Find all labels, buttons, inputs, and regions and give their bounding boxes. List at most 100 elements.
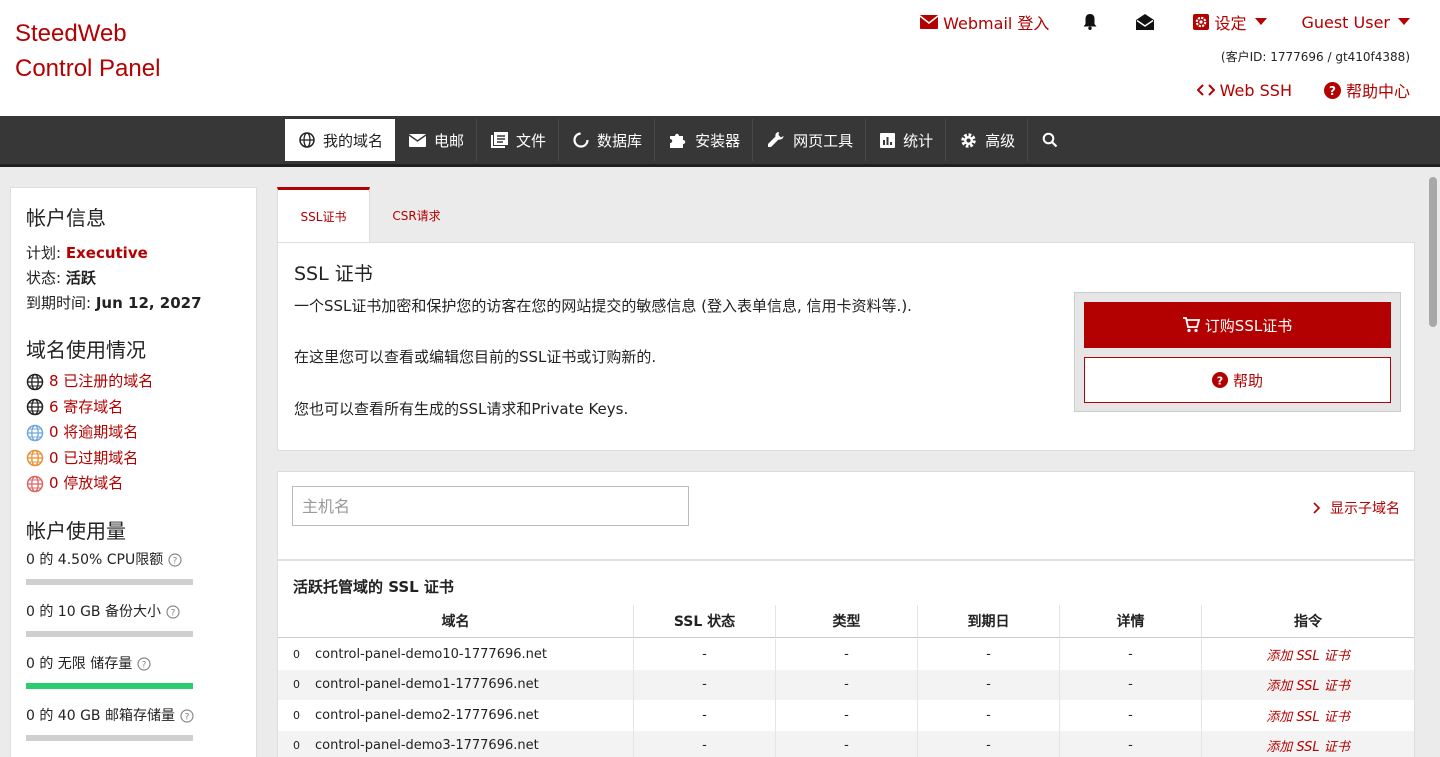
nav-label: 网页工具 <box>793 131 854 150</box>
ssl-domains-panel: 显示子域名 活跃托管域的 SSL 证书 域名 SSL 状态 类型 到期日 详情 … <box>277 471 1415 757</box>
domain-name: control-panel-demo1-1777696.net <box>315 677 539 693</box>
table-body: 0 control-panel-demo10-1777696.net - - - - 添加 … <box>278 639 1414 757</box>
main-nav: 我的域名 电邮 文件 数据库 安装器 网页工具 统计 高级 <box>0 116 1440 167</box>
expiry-label: 到期时间: <box>26 294 92 312</box>
nav-advanced[interactable]: 高级 <box>946 119 1029 161</box>
row-index: 0 <box>293 647 300 661</box>
cell-domain: 0 control-panel-demo2-1777696.net <box>278 700 634 731</box>
nav-label: 电邮 <box>434 131 465 150</box>
domain-usage-link[interactable]: 6 寄存域名 <box>26 395 241 421</box>
settings-label: 设定 <box>1214 14 1247 33</box>
question-circle-icon: ? <box>1211 372 1228 388</box>
plan-label: 计划: <box>26 244 62 262</box>
buy-ssl-button[interactable]: 订购SSL证书 <box>1084 302 1391 348</box>
nav-files[interactable]: 文件 <box>477 119 560 161</box>
nav-my-domains[interactable]: 我的域名 <box>285 119 396 161</box>
cell-domain: 0 control-panel-demo10-1777696.net <box>278 639 634 670</box>
user-dropdown[interactable]: Guest User <box>1301 13 1410 32</box>
usage-item: 0 的 无限 储存量? <box>26 654 241 689</box>
add-ssl-link[interactable]: 添加 SSL 证书 <box>1202 731 1414 757</box>
usage-label-row: 0 的 4.50% CPU限额? <box>26 550 241 570</box>
domain-usage-link[interactable]: 0 已过期域名 <box>26 446 241 472</box>
usage-label: 0 的 40 GB 邮箱存储量 <box>26 707 175 724</box>
question-circle-icon[interactable]: ? <box>180 708 194 723</box>
question-circle-icon[interactable]: ? <box>166 604 180 619</box>
messages-button[interactable] <box>1136 14 1159 30</box>
page-scrollbar[interactable] <box>1426 167 1440 757</box>
domain-usage-link[interactable]: 0 将逾期域名 <box>26 420 241 446</box>
caret-down-icon <box>1255 18 1268 25</box>
help-button[interactable]: ? 帮助 <box>1084 357 1391 403</box>
top-bar: Webmail 登入 设定 Guest User <box>886 10 1410 34</box>
nav-databases[interactable]: 数据库 <box>559 119 656 161</box>
tab-csr-requests[interactable]: CSR请求 <box>370 187 463 243</box>
gear-icon <box>961 132 976 148</box>
brand-logo[interactable]: SteedWeb Control Panel <box>15 16 160 86</box>
help-center-label: 帮助中心 <box>1345 82 1410 101</box>
plan-row: 计划: Executive <box>26 241 241 266</box>
table-row: 0 control-panel-demo10-1777696.net - - - - 添加 … <box>278 639 1414 670</box>
notifications-button[interactable] <box>1083 14 1102 30</box>
nav-web-tools[interactable]: 网页工具 <box>753 119 867 161</box>
domain-name: control-panel-demo3-1777696.net <box>315 738 539 754</box>
scrollbar-thumb[interactable] <box>1429 177 1437 327</box>
puzzle-icon <box>670 133 686 148</box>
account-usage-heading: 帐户使用量 <box>26 518 126 543</box>
domain-usage-heading: 域名使用情况 <box>26 338 146 362</box>
account-info-heading: 帐户信息 <box>26 206 106 230</box>
header: SteedWeb Control Panel Webmail 登入 设定 Gue… <box>0 0 1440 116</box>
cell-domain: 0 control-panel-demo1-1777696.net <box>278 669 634 700</box>
domain-usage-label: 0 已过期域名 <box>49 448 139 467</box>
nav-label: 高级 <box>985 131 1016 150</box>
add-ssl-link[interactable]: 添加 SSL 证书 <box>1202 700 1414 731</box>
usage-bar-fill <box>26 682 193 689</box>
files-icon <box>491 132 509 148</box>
bell-icon <box>1083 14 1097 30</box>
cell-ssl-status: - <box>634 700 776 731</box>
wrench-icon <box>768 132 784 147</box>
settings-dropdown[interactable]: 设定 <box>1193 10 1268 34</box>
tab-ssl-certificates[interactable]: SSL证书 <box>277 187 370 243</box>
cell-details: - <box>1060 730 1202 757</box>
table-header: 域名 SSL 状态 类型 到期日 详情 指令 <box>278 605 1414 638</box>
domain-usage-link[interactable]: 0 停放域名 <box>26 471 241 497</box>
ssl-actions: 订购SSL证书 ? 帮助 <box>1074 292 1401 412</box>
add-ssl-link[interactable]: 添加 SSL 证书 <box>1202 639 1414 670</box>
cell-type: - <box>776 730 918 757</box>
web-ssh-label: Web SSH <box>1219 80 1292 100</box>
table-row: 0 control-panel-demo3-1777696.net - - - - 添加 S… <box>278 730 1414 757</box>
cell-type: - <box>776 700 918 731</box>
row-index: 0 <box>293 708 300 722</box>
nav-installer[interactable]: 安装器 <box>655 119 754 161</box>
col-expiry: 到期日 <box>918 605 1060 637</box>
add-ssl-link[interactable]: 添加 SSL 证书 <box>1202 670 1414 701</box>
envelope-icon <box>920 15 939 29</box>
nav-statistics[interactable]: 统计 <box>866 119 947 161</box>
ssl-desc-3: 您也可以查看所有生成的SSL请求和Private Keys. <box>294 400 629 418</box>
help-center-link[interactable]: ? 帮助中心 <box>1323 78 1410 102</box>
nav-label: 文件 <box>516 131 547 150</box>
help-label: 帮助 <box>1232 371 1263 390</box>
domain-links: 8 已注册的域名 6 寄存域名 0 将逾期域名 0 已过期域名 0 停放域名 <box>26 369 241 497</box>
usage-label: 0 的 10 GB 备份大小 <box>26 603 161 620</box>
nav-email[interactable]: 电邮 <box>395 119 478 161</box>
open-envelope-icon <box>1136 14 1155 30</box>
usage-bar <box>26 682 193 689</box>
question-circle-icon[interactable]: ? <box>168 552 182 567</box>
webmail-login-link[interactable]: Webmail 登入 <box>920 10 1049 34</box>
question-circle-icon[interactable]: ? <box>137 656 151 671</box>
domain-usage-label: 0 将逾期域名 <box>49 423 139 441</box>
usage-label-row: 0 的 无限 储存量? <box>26 654 241 674</box>
question-circle-icon: ? <box>1323 81 1341 99</box>
usage-item: 0 的 10 GB 备份大小? <box>26 602 241 637</box>
nav-search[interactable] <box>1028 119 1078 161</box>
search-icon <box>1042 132 1058 148</box>
cell-ssl-status: - <box>634 730 776 757</box>
chart-icon <box>880 132 896 148</box>
usage-label-row: 0 的 40 GB 邮箱存储量? <box>26 706 241 726</box>
domain-usage-link[interactable]: 8 已注册的域名 <box>26 369 241 395</box>
show-subdomains-link[interactable]: 显示子域名 <box>1313 498 1400 518</box>
hostname-search-input[interactable] <box>292 486 689 526</box>
ssl-desc-1: 一个SSL证书加密和保护您的访客在您的网站提交的敏感信息 (登入表单信息, 信用… <box>294 297 912 315</box>
web-ssh-link[interactable]: Web SSH <box>1196 78 1292 102</box>
